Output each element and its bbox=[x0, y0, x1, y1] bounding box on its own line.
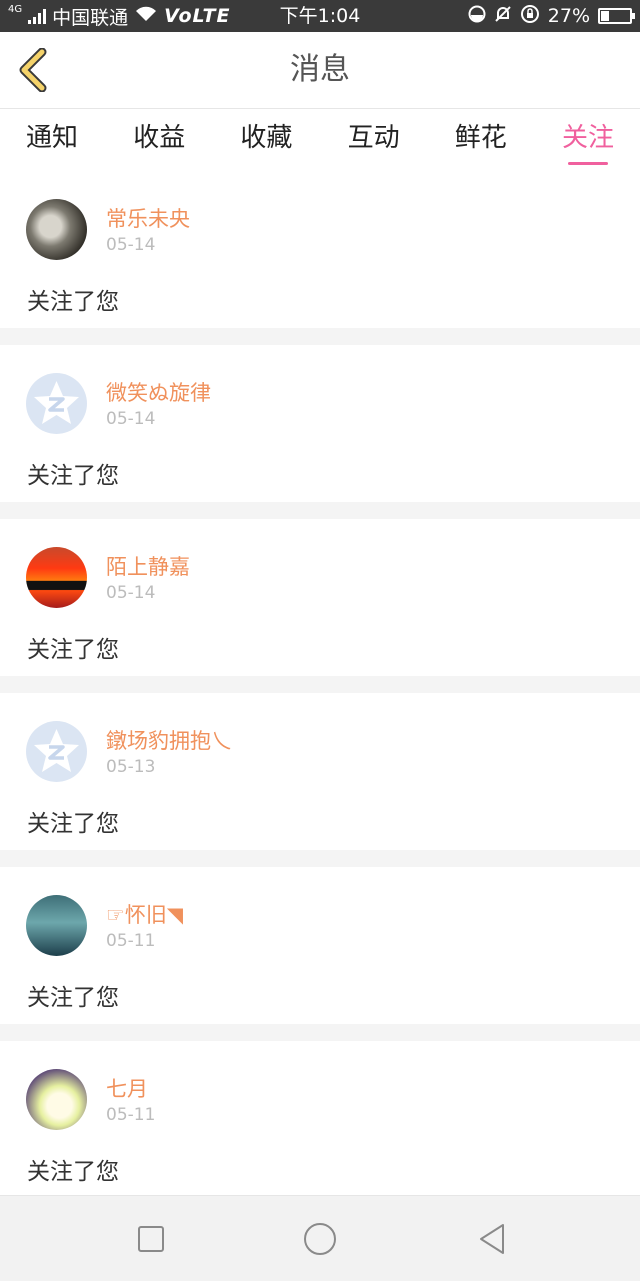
carrier-name: 中国联通 bbox=[52, 6, 129, 29]
tab-follows[interactable]: 关注 bbox=[562, 109, 614, 171]
battery-level bbox=[601, 11, 609, 21]
message-date: 05-13 bbox=[106, 757, 156, 777]
default-avatar-icon bbox=[34, 381, 79, 424]
list-item[interactable]: 微笑ぬ旋律 05-14 关注了您 bbox=[0, 345, 640, 502]
username[interactable]: 微笑ぬ旋律 bbox=[106, 377, 211, 407]
message-date: 05-14 bbox=[106, 235, 156, 255]
back-nav-button[interactable] bbox=[471, 1218, 513, 1260]
message-text: 关注了您 bbox=[27, 1159, 119, 1185]
list-item[interactable]: ☞怀旧◥ 05-11 关注了您 bbox=[0, 867, 640, 1024]
signal-icon bbox=[28, 8, 47, 24]
message-list: 常乐未央 05-14 关注了您 微笑ぬ旋律 05-14 关注了您 陌上静嘉 05… bbox=[0, 171, 640, 1215]
username[interactable]: 鐓场豹拥抱乀 bbox=[106, 725, 232, 755]
tab-flowers[interactable]: 鲜花 bbox=[455, 109, 507, 171]
avatar[interactable] bbox=[26, 373, 87, 434]
square-icon bbox=[138, 1226, 164, 1252]
home-button[interactable] bbox=[299, 1218, 341, 1260]
circle-icon bbox=[304, 1223, 336, 1255]
data-saver-icon bbox=[468, 5, 486, 28]
message-text: 关注了您 bbox=[27, 637, 119, 663]
username[interactable]: ☞怀旧◥ bbox=[106, 899, 183, 929]
message-text: 关注了您 bbox=[27, 463, 119, 489]
list-item[interactable]: 陌上静嘉 05-14 关注了您 bbox=[0, 519, 640, 676]
tab-favorites[interactable]: 收藏 bbox=[240, 109, 292, 171]
default-avatar-icon bbox=[34, 729, 79, 772]
message-date: 05-11 bbox=[106, 1105, 156, 1125]
list-item[interactable]: 常乐未央 05-14 关注了您 bbox=[0, 171, 640, 328]
header: 消息 bbox=[0, 32, 640, 109]
message-date: 05-14 bbox=[106, 583, 156, 603]
username[interactable]: 陌上静嘉 bbox=[106, 551, 190, 581]
mute-icon bbox=[494, 5, 512, 28]
message-date: 05-11 bbox=[106, 931, 156, 951]
triangle-back-icon bbox=[480, 1224, 504, 1254]
tab-bar: 通知 收益 收藏 互动 鲜花 关注 bbox=[0, 109, 640, 171]
system-nav-bar bbox=[0, 1195, 640, 1281]
message-text: 关注了您 bbox=[27, 289, 119, 315]
message-text: 关注了您 bbox=[27, 811, 119, 837]
avatar[interactable] bbox=[26, 199, 87, 260]
list-item[interactable]: 七月 05-11 关注了您 bbox=[0, 1041, 640, 1198]
avatar[interactable] bbox=[26, 1069, 87, 1130]
page-title: 消息 bbox=[290, 52, 350, 87]
avatar[interactable] bbox=[26, 895, 87, 956]
avatar[interactable] bbox=[26, 547, 87, 608]
wifi-icon bbox=[134, 5, 158, 28]
tab-earnings[interactable]: 收益 bbox=[133, 109, 185, 171]
username[interactable]: 七月 bbox=[106, 1073, 148, 1103]
network-type: 4G bbox=[8, 4, 23, 15]
message-text: 关注了您 bbox=[27, 985, 119, 1011]
tab-interactions[interactable]: 互动 bbox=[348, 109, 400, 171]
recent-apps-button[interactable] bbox=[130, 1218, 172, 1260]
list-item[interactable]: 鐓场豹拥抱乀 05-13 关注了您 bbox=[0, 693, 640, 850]
status-bar: 4G 中国联通 VoLTE 下午1:04 27% bbox=[0, 0, 640, 32]
rotation-lock-icon bbox=[520, 4, 540, 29]
battery-percent: 27% bbox=[547, 5, 590, 27]
username[interactable]: 常乐未央 bbox=[106, 203, 190, 233]
volte-label: VoLTE bbox=[164, 5, 231, 27]
battery-icon bbox=[598, 8, 635, 24]
avatar[interactable] bbox=[26, 721, 87, 782]
message-date: 05-14 bbox=[106, 409, 156, 429]
tab-notifications[interactable]: 通知 bbox=[26, 109, 78, 171]
